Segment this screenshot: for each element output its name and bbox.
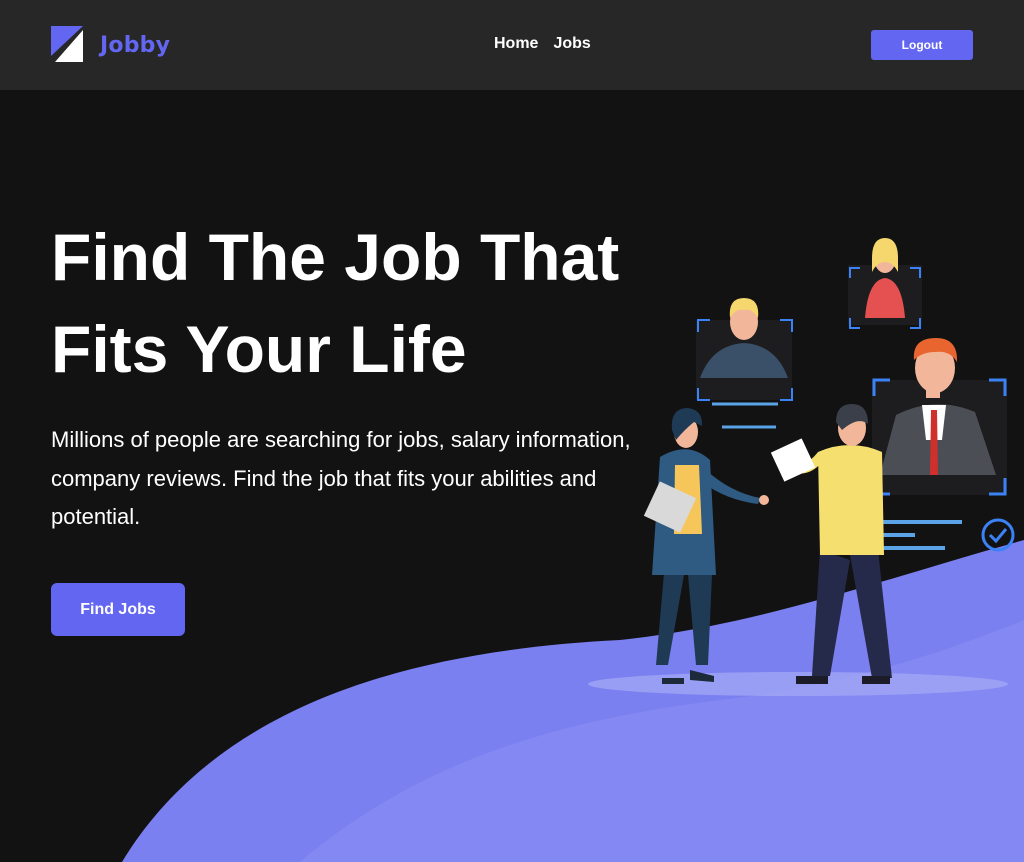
hero-title-line-1: Find The Job That	[51, 220, 620, 294]
logo[interactable]: Jobby	[51, 25, 173, 63]
hero-description: Millions of people are searching for job…	[51, 427, 631, 529]
check-circle-icon	[981, 518, 1015, 552]
logo-icon	[51, 26, 83, 62]
info-lines	[870, 520, 962, 550]
man-avatar-mid	[696, 298, 793, 429]
nav-jobs-link[interactable]: Jobs	[553, 35, 590, 53]
main-nav: Home Jobs	[494, 35, 591, 53]
hero-title: Find The Job That Fits Your Life	[51, 211, 671, 395]
navbar: Jobby Home Jobs Logout	[0, 0, 1024, 90]
hero-title-line-2: Fits Your Life	[51, 312, 467, 386]
nav-home-link[interactable]: Home	[494, 35, 538, 53]
woman-avatar-top	[848, 238, 922, 329]
logo-text: Jobby	[100, 32, 171, 58]
logout-button[interactable]: Logout	[871, 30, 973, 60]
find-jobs-button[interactable]: Find Jobs	[51, 583, 185, 636]
